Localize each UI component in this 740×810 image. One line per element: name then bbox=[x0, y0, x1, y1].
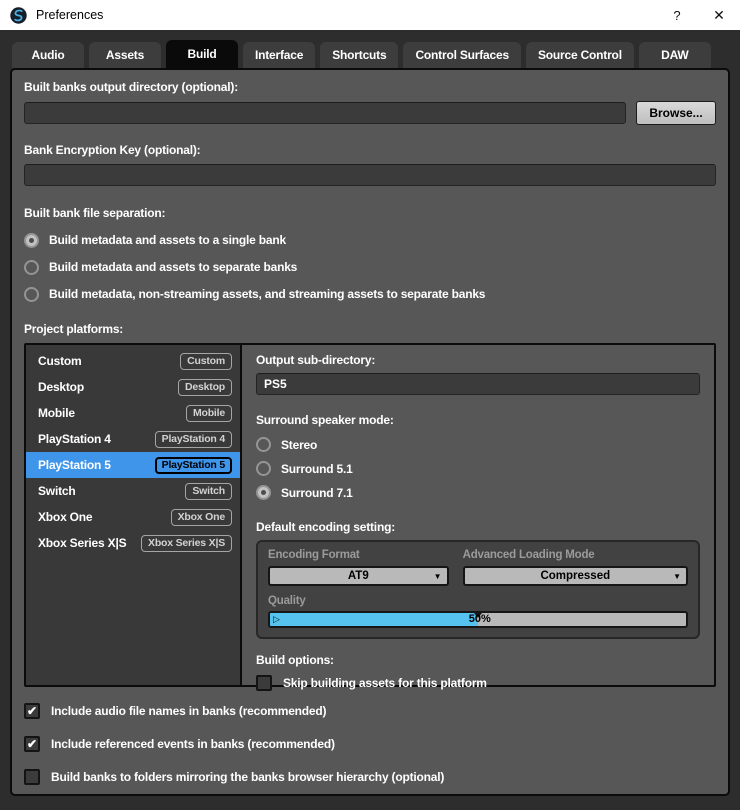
tab-interface[interactable]: Interface bbox=[243, 42, 315, 68]
platform-badge: Custom bbox=[180, 353, 232, 370]
platform-badge: Mobile bbox=[186, 405, 232, 422]
quality-slider[interactable]: ▷ 50% bbox=[268, 611, 688, 628]
build-options-label: Build options: bbox=[256, 653, 700, 668]
radio-label: Surround 5.1 bbox=[281, 462, 353, 476]
project-platforms-label: Project platforms: bbox=[24, 322, 716, 337]
platform-badge: PlayStation 5 bbox=[155, 457, 232, 474]
advanced-loading-mode-dropdown[interactable]: Compressed ▼ bbox=[463, 566, 688, 586]
window-title: Preferences bbox=[36, 8, 103, 22]
tab-control-surfaces[interactable]: Control Surfaces bbox=[403, 42, 521, 68]
encryption-key-label: Bank Encryption Key (optional): bbox=[24, 143, 716, 158]
bank-separation-label: Built bank file separation: bbox=[24, 206, 716, 221]
quality-slider-fill bbox=[270, 613, 478, 626]
checkbox[interactable] bbox=[24, 703, 40, 719]
output-directory-label: Built banks output directory (optional): bbox=[24, 80, 716, 95]
skip-building-assets-option[interactable]: Skip building assets for this platform bbox=[256, 674, 700, 692]
platform-item-mobile[interactable]: Mobile Mobile bbox=[26, 400, 240, 426]
radio-button[interactable] bbox=[256, 485, 271, 500]
build-settings-panel: Built banks output directory (optional):… bbox=[10, 68, 730, 796]
platforms-box: Custom Custom Desktop Desktop Mobile Mob… bbox=[24, 343, 716, 687]
platform-name: Switch bbox=[38, 484, 75, 498]
title-bar: Preferences ? ✕ bbox=[0, 0, 740, 30]
platform-item-playstation-5[interactable]: PlayStation 5 PlayStation 5 bbox=[26, 452, 240, 478]
encoding-format-value: AT9 bbox=[348, 570, 369, 582]
output-subdirectory-label: Output sub-directory: bbox=[256, 353, 700, 368]
output-directory-input[interactable] bbox=[24, 102, 626, 124]
preferences-tab-bar: Audio Assets Build Interface Shortcuts C… bbox=[0, 38, 740, 68]
separation-option-streaming-separate[interactable]: Build metadata, non-streaming assets, an… bbox=[24, 286, 716, 302]
platform-list: Custom Custom Desktop Desktop Mobile Mob… bbox=[26, 345, 242, 685]
checkbox[interactable] bbox=[24, 736, 40, 752]
radio-button[interactable] bbox=[24, 287, 39, 302]
radio-button[interactable] bbox=[24, 260, 39, 275]
speaker-option-stereo[interactable]: Stereo bbox=[256, 437, 700, 452]
play-triangle-icon: ▷ bbox=[273, 613, 280, 626]
chevron-down-icon: ▼ bbox=[434, 572, 442, 581]
platform-item-desktop[interactable]: Desktop Desktop bbox=[26, 374, 240, 400]
platform-detail-panel: Output sub-directory: Surround speaker m… bbox=[242, 345, 714, 685]
surround-speaker-mode-label: Surround speaker mode: bbox=[256, 413, 700, 428]
checkbox[interactable] bbox=[24, 769, 40, 785]
platform-name: Mobile bbox=[38, 406, 75, 420]
encryption-key-input[interactable] bbox=[24, 164, 716, 186]
radio-button[interactable] bbox=[24, 233, 39, 248]
tab-source-control[interactable]: Source Control bbox=[526, 42, 634, 68]
radio-label: Build metadata and assets to separate ba… bbox=[49, 260, 297, 274]
help-button[interactable]: ? bbox=[656, 0, 698, 30]
encoding-format-dropdown[interactable]: AT9 ▼ bbox=[268, 566, 449, 586]
platform-badge: Desktop bbox=[178, 379, 232, 396]
tab-assets[interactable]: Assets bbox=[89, 42, 161, 68]
platform-name: Desktop bbox=[38, 380, 84, 394]
checkbox-label: Skip building assets for this platform bbox=[283, 676, 487, 690]
separation-option-single-bank[interactable]: Build metadata and assets to a single ba… bbox=[24, 232, 716, 248]
close-button[interactable]: ✕ bbox=[698, 0, 740, 30]
platform-item-playstation-4[interactable]: PlayStation 4 PlayStation 4 bbox=[26, 426, 240, 452]
tab-build[interactable]: Build bbox=[166, 40, 238, 70]
output-subdirectory-input[interactable] bbox=[256, 373, 700, 395]
platform-badge: Xbox Series X|S bbox=[141, 535, 232, 552]
include-audio-file-names-option[interactable]: Include audio file names in banks (recom… bbox=[24, 702, 716, 720]
build-banks-to-folders-option[interactable]: Build banks to folders mirroring the ban… bbox=[24, 768, 716, 786]
radio-label: Surround 7.1 bbox=[281, 486, 353, 500]
tab-audio[interactable]: Audio bbox=[12, 42, 84, 68]
default-encoding-label: Default encoding setting: bbox=[256, 520, 700, 535]
radio-button[interactable] bbox=[256, 437, 271, 452]
platform-badge: Xbox One bbox=[171, 509, 232, 526]
checkbox[interactable] bbox=[256, 675, 272, 691]
platform-name: PlayStation 4 bbox=[38, 432, 111, 446]
radio-label: Stereo bbox=[281, 438, 317, 452]
browse-button[interactable]: Browse... bbox=[636, 101, 716, 125]
radio-label: Build metadata and assets to a single ba… bbox=[49, 233, 286, 247]
quality-label: Quality bbox=[268, 594, 688, 608]
platform-badge: PlayStation 4 bbox=[155, 431, 232, 448]
advanced-loading-mode-value: Compressed bbox=[540, 570, 610, 582]
platform-badge: Switch bbox=[185, 483, 232, 500]
checkbox-label: Build banks to folders mirroring the ban… bbox=[51, 770, 444, 784]
platform-name: Xbox Series X|S bbox=[38, 536, 126, 550]
platform-item-xbox-series-xs[interactable]: Xbox Series X|S Xbox Series X|S bbox=[26, 530, 240, 556]
platform-item-switch[interactable]: Switch Switch bbox=[26, 478, 240, 504]
include-referenced-events-option[interactable]: Include referenced events in banks (reco… bbox=[24, 735, 716, 753]
chevron-down-icon: ▼ bbox=[673, 572, 681, 581]
speaker-option-surround-51[interactable]: Surround 5.1 bbox=[256, 461, 700, 476]
fmod-studio-icon bbox=[10, 7, 27, 24]
tab-shortcuts[interactable]: Shortcuts bbox=[320, 42, 398, 68]
platform-name: Custom bbox=[38, 354, 81, 368]
checkbox-label: Include audio file names in banks (recom… bbox=[51, 704, 326, 718]
quality-value: 50% bbox=[469, 613, 491, 626]
platform-item-custom[interactable]: Custom Custom bbox=[26, 348, 240, 374]
encoding-format-label: Encoding Format bbox=[268, 548, 449, 562]
platform-name: Xbox One bbox=[38, 510, 92, 524]
radio-label: Build metadata, non-streaming assets, an… bbox=[49, 287, 485, 301]
advanced-loading-mode-label: Advanced Loading Mode bbox=[463, 548, 688, 562]
encoding-settings-group: Encoding Format AT9 ▼ Advanced Loading M… bbox=[256, 540, 700, 639]
separation-option-separate-banks[interactable]: Build metadata and assets to separate ba… bbox=[24, 259, 716, 275]
checkbox-label: Include referenced events in banks (reco… bbox=[51, 737, 335, 751]
speaker-option-surround-71[interactable]: Surround 7.1 bbox=[256, 485, 700, 500]
platform-name: PlayStation 5 bbox=[38, 458, 111, 472]
tab-daw[interactable]: DAW bbox=[639, 42, 711, 68]
radio-button[interactable] bbox=[256, 461, 271, 476]
platform-item-xbox-one[interactable]: Xbox One Xbox One bbox=[26, 504, 240, 530]
